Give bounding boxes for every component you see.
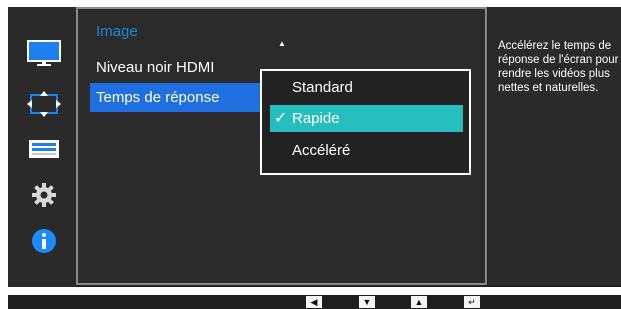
up-arrow-icon[interactable]: ▲ (411, 296, 427, 308)
picture-size-icon[interactable] (26, 90, 62, 118)
option-label: Rapide (292, 110, 340, 127)
checkmark-icon: ✓ (274, 110, 288, 127)
description-text: Accélérez le temps de réponse de l'écran… (498, 40, 619, 94)
enter-icon[interactable]: ↵ (464, 296, 480, 308)
option-standard[interactable]: Standard (270, 74, 463, 101)
gear-icon[interactable] (26, 181, 62, 209)
settings-bars-icon[interactable] (26, 135, 62, 163)
option-accelere[interactable]: Accéléré (270, 137, 463, 164)
down-arrow-icon[interactable]: ▼ (359, 296, 375, 308)
menu-item-niveau-noir-hdmi[interactable]: Niveau noir HDMI (90, 53, 262, 82)
monitor-icon[interactable] (26, 39, 62, 67)
left-arrow-icon[interactable]: ◀ (306, 296, 322, 308)
response-time-dropdown: Standard ✓ Rapide Accéléré (260, 69, 471, 175)
option-label: Standard (292, 79, 353, 96)
triangle-up-icon: ▲ (278, 39, 286, 48)
sidebar (8, 7, 78, 287)
option-rapide[interactable]: ✓ Rapide (270, 105, 463, 132)
menu-item-temps-de-reponse[interactable]: Temps de réponse (90, 83, 262, 112)
description-panel: Accélérez le temps de réponse de l'écran… (488, 7, 621, 285)
info-icon[interactable] (26, 227, 62, 255)
option-label: Accéléré (292, 142, 351, 159)
menu-title: Image (96, 23, 138, 40)
